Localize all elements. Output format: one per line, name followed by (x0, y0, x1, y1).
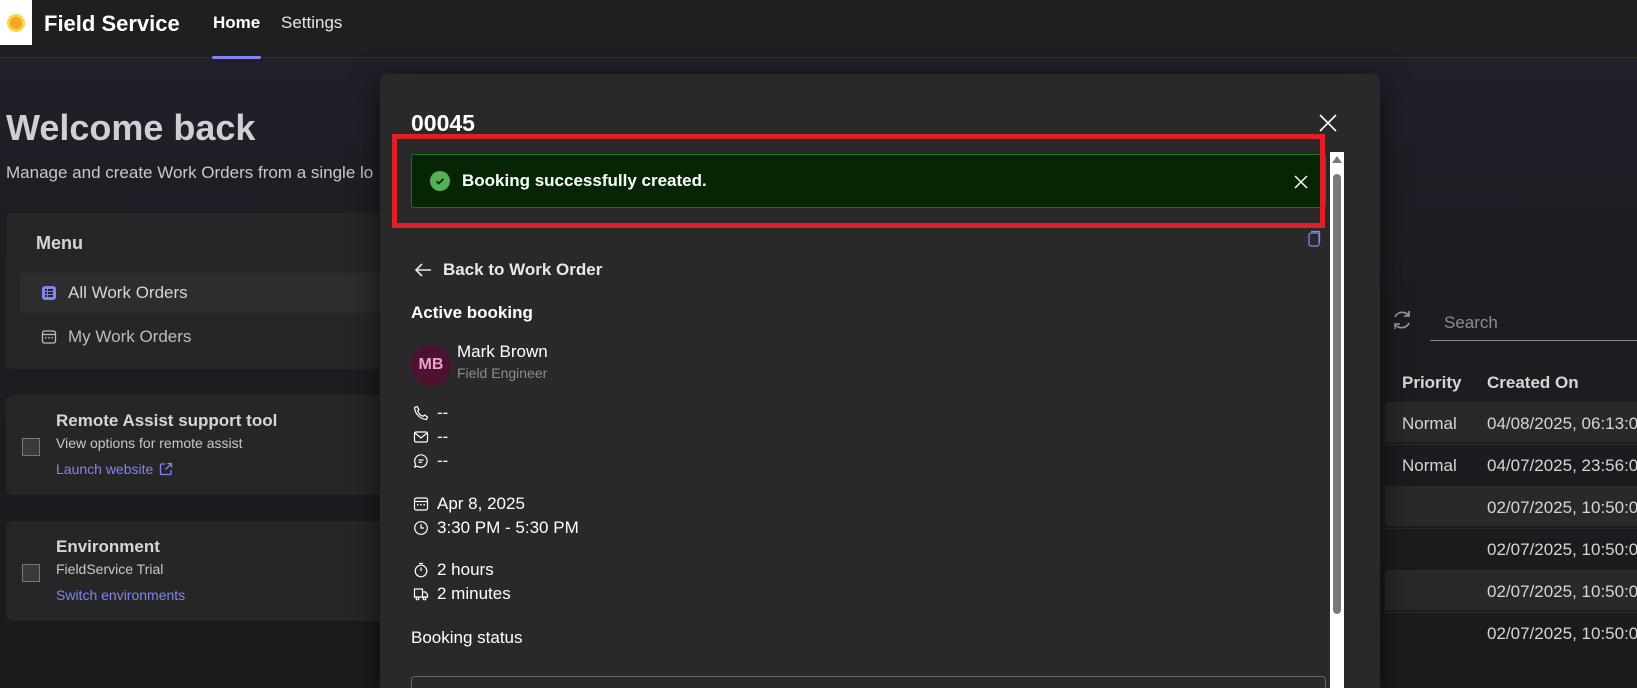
email-row: -- (413, 427, 448, 447)
resource-role: Field Engineer (457, 365, 548, 381)
link-label: Switch environments (56, 587, 186, 603)
external-link-icon (160, 462, 173, 476)
broken-image-icon (22, 564, 40, 582)
app-title: Field Service (44, 11, 180, 36)
booking-dialog: 00045 Booking successfully created. Back… (380, 74, 1380, 688)
calendar-icon (413, 497, 429, 511)
menu-title: Menu (36, 233, 83, 253)
broken-image-icon (22, 438, 40, 456)
scrollbar[interactable] (1330, 152, 1344, 688)
column-header-priority[interactable]: Priority (1402, 373, 1462, 393)
booking-time: 3:30 PM - 5:30 PM (437, 518, 579, 537)
scroll-up-arrow-icon[interactable] (1332, 156, 1342, 163)
menu-item-my-work-orders[interactable]: My Work Orders (20, 317, 386, 357)
phone-row: -- (413, 403, 448, 423)
email-value: -- (437, 427, 449, 446)
resource-name: Mark Brown (457, 342, 548, 361)
copy-icon[interactable] (1306, 230, 1322, 248)
chat-value: -- (437, 451, 449, 470)
tab-home[interactable]: Home (211, 13, 262, 59)
close-icon[interactable] (1317, 112, 1339, 134)
cell-created-on: 04/07/2025, 23:56:0 (1487, 456, 1637, 475)
cell-created-on: 02/07/2025, 10:50:0 (1487, 540, 1637, 559)
chat-row: -- (413, 451, 448, 471)
avatar: MB (411, 345, 451, 385)
search-input[interactable] (1430, 305, 1637, 340)
menu-card: Menu All Work Orders My Work Orders (6, 213, 386, 369)
timer-icon (414, 562, 428, 578)
cell-priority: Normal (1402, 456, 1457, 475)
active-booking-heading: Active booking (411, 303, 533, 322)
clock-icon (414, 521, 428, 535)
link-label: Launch website (56, 461, 154, 477)
refresh-icon[interactable] (1390, 308, 1414, 332)
list-icon (40, 284, 58, 302)
table-row[interactable]: 02/07/2025, 10:50:0 (1385, 486, 1637, 526)
booking-status-label: Booking status (411, 628, 523, 647)
chat-icon (413, 454, 428, 468)
truck-icon (413, 588, 429, 601)
page-title: Welcome back (6, 107, 256, 148)
cell-created-on: 04/08/2025, 06:13:0 (1487, 414, 1637, 433)
arrow-left-icon (414, 263, 431, 277)
calendar-icon (40, 328, 58, 346)
duration-row: 2 hours (413, 560, 494, 580)
phone-icon (413, 405, 429, 421)
menu-item-label: All Work Orders (68, 283, 188, 302)
back-label: Back to Work Order (443, 260, 603, 279)
date-row: Apr 8, 2025 (413, 494, 525, 514)
menu-item-all-work-orders[interactable]: All Work Orders (20, 273, 386, 313)
search-box[interactable] (1430, 305, 1637, 341)
top-bar: Field Service Home Settings (0, 0, 1637, 59)
mail-icon (413, 431, 429, 443)
menu-item-label: My Work Orders (68, 327, 192, 346)
cell-created-on: 02/07/2025, 10:50:0 (1487, 498, 1637, 517)
travel-row: 2 minutes (413, 584, 511, 604)
app-logo (0, 0, 32, 45)
switch-environments-link[interactable]: Switch environments (56, 587, 185, 603)
tab-settings[interactable]: Settings (281, 13, 342, 33)
highlight-box (392, 134, 1325, 228)
phone-value: -- (437, 403, 449, 422)
sun-icon (7, 13, 25, 32)
card-subtitle: FieldService Trial (56, 561, 164, 577)
page-subtitle: Manage and create Work Orders from a sin… (6, 163, 374, 182)
booking-date: Apr 8, 2025 (437, 494, 525, 513)
table-row[interactable]: 02/07/2025, 10:50:0 (1385, 528, 1637, 568)
dialog-title: 00045 (411, 110, 475, 136)
travel-value: 2 minutes (437, 584, 511, 603)
cell-priority: Normal (1402, 414, 1457, 433)
duration-value: 2 hours (437, 560, 494, 579)
table-row[interactable]: 02/07/2025, 10:50:0 (1385, 570, 1637, 610)
remote-assist-card: Remote Assist support tool View options … (6, 395, 386, 495)
booking-status-dropdown[interactable] (411, 676, 1326, 688)
table-row[interactable]: 02/07/2025, 10:50:0 (1385, 612, 1637, 652)
column-header-created-on[interactable]: Created On (1487, 373, 1579, 393)
scrollbar-thumb[interactable] (1333, 174, 1341, 614)
table-row[interactable]: Normal 04/07/2025, 23:56:0 (1385, 444, 1637, 484)
back-to-work-order-link[interactable]: Back to Work Order (413, 260, 602, 280)
card-subtitle: View options for remote assist (56, 435, 243, 451)
card-title: Environment (56, 537, 160, 556)
cell-created-on: 02/07/2025, 10:50:0 (1487, 582, 1637, 601)
table-row[interactable]: Normal 04/08/2025, 06:13:0 (1385, 402, 1637, 442)
environment-card: Environment FieldService Trial Switch en… (6, 521, 386, 621)
time-row: 3:30 PM - 5:30 PM (413, 518, 579, 538)
cell-created-on: 02/07/2025, 10:50:0 (1487, 624, 1637, 643)
launch-website-link[interactable]: Launch website (56, 461, 173, 477)
card-title: Remote Assist support tool (56, 411, 278, 430)
